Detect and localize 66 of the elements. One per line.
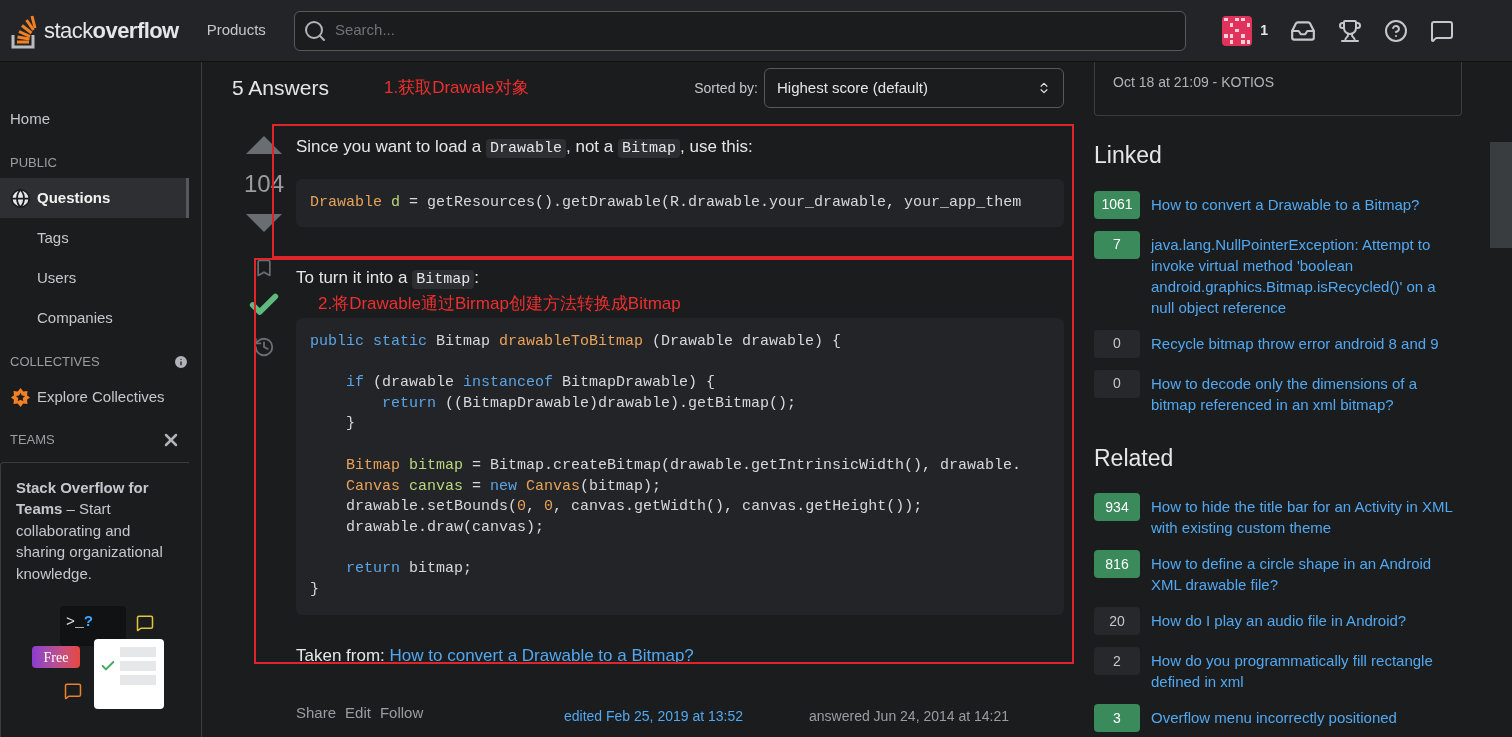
nav-item[interactable]: Users [0,258,189,298]
nav-item[interactable]: Explore Collectives [0,377,189,418]
section-heading: COLLECTIVES [9,353,101,371]
nav-item[interactable]: Home [0,100,201,139]
post-action-link[interactable]: Follow [379,702,424,725]
code-block: public static Bitmap drawableToBitmap (Drawable drawable) { if (drawable instanceof BitmapDrawable) { return ((BitmapDrawable)drawable).getBitmap(); } Bitmap bitmap = Bitmap.createBitmap(drawable.getIntrinsicWidth(), drawable. Canvas canvas = new Canvas(bitmap); drawable.setBounds(0, 0, canvas.getWidth(), canvas.getHeight()); drawable.draw(canvas); return bitmap; } [296,317,1064,615]
search-icon [302,18,327,43]
question-link[interactable]: How to hide the title bar for an Activity in XML with existing custom theme [1151,493,1462,538]
question-link[interactable]: Overflow menu incorrectly positioned [1151,704,1397,728]
nav-item[interactable]: Questions [0,178,189,218]
answers-heading: 5 Answers [232,75,330,102]
bookmark-icon[interactable] [254,258,274,278]
teams-drawing: >_? Free [24,606,164,711]
section-heading: PUBLIC [9,153,58,172]
logo-wordmark[interactable]: stackoverflow [44,14,179,47]
sidebar-heading: Related [1094,443,1175,473]
avatar-icon[interactable] [1222,15,1253,46]
question-link[interactable]: java.lang.NullPointerException: Attempt to invoke virtual method 'boolean android.graphics.Bitmap.isRecycled()' on a null object reference [1151,230,1462,318]
code-block: Drawable d = getResources().getDrawable(R.drawable.your_drawable, your_app_them [296,178,1064,228]
sort-select[interactable]: Highest score (default) [764,68,1064,108]
answer-text: Since you want to load a Drawable , not a Bitmap , use this: [296,136,754,160]
post-action-link[interactable]: Share [296,702,337,725]
annotation-text: 1.获取Drawale对象 [384,77,529,100]
post-action-link[interactable]: Edit [345,702,371,725]
question-link[interactable]: How to convert a Drawable to a Bitmap? [1151,190,1420,215]
source-link[interactable]: How to convert a Drawable to a Bitmap? [389,645,694,665]
chat-icon[interactable] [1430,18,1454,43]
score-badge: 1061 [1094,190,1140,219]
score-badge: 3 [1094,704,1140,732]
question-link[interactable]: How do you programmatically fill rectangle defined in xml [1151,647,1462,692]
source-text: Taken from: How to convert a Drawable to a Bitmap? [296,644,695,667]
search-input[interactable]: Search... [334,19,1177,42]
annotation-text: 2.将Drawable通过Birmap创建方法转换成Bitmap [318,292,682,315]
products-link[interactable]: Products [194,19,278,42]
scrollbar-thumb[interactable] [1490,142,1512,248]
sort-label: Sorted by: [694,78,758,98]
globe-icon [10,187,31,209]
question-link[interactable]: Recycle bitmap throw error android 8 and 9 [1151,329,1439,354]
sidebar-heading: Linked [1094,141,1163,170]
score-badge: 20 [1094,607,1140,635]
score-badge: 7 [1094,230,1140,259]
comment-meta: Oct 18 at 21:09 - KOTIOS [1113,74,1275,90]
nav-item[interactable]: Companies [0,298,189,338]
answer-text: To turn it into a Bitmap : [296,267,480,292]
search-field[interactable]: Search... [293,10,1186,51]
info-icon[interactable] [173,353,189,370]
history-icon[interactable] [253,336,275,358]
promo-text: Stack Overflow for Teams – Start collaborating and sharing organizational knowledge. [16,477,164,584]
answered-time: answered Jun 24, 2014 at 14:21 [809,707,1010,727]
score-badge: 934 [1094,493,1140,521]
downvote-icon[interactable] [244,212,284,234]
score-badge: 0 [1094,369,1140,398]
score-badge: 0 [1094,329,1140,358]
trophy-icon[interactable] [1338,18,1362,43]
score-badge: 2 [1094,647,1140,675]
upvote-icon[interactable] [244,134,284,156]
help-icon[interactable] [1384,18,1408,43]
question-link[interactable]: How to decode only the dimensions of a bitmap referenced in an xml bitmap? [1151,369,1462,415]
score-badge: 816 [1094,550,1140,578]
collectives-icon [10,387,31,408]
nav-item[interactable]: Tags [0,218,189,258]
question-link[interactable]: How do I play an audio file in Android? [1151,607,1407,631]
reputation-count[interactable]: 1 [1260,20,1268,41]
edited-link[interactable]: edited Feb 25, 2019 at 13:52 [564,706,809,728]
section-heading: TEAMS [9,430,56,449]
question-link[interactable]: How to define a circle shape in an Android XML drawable file? [1151,550,1462,595]
